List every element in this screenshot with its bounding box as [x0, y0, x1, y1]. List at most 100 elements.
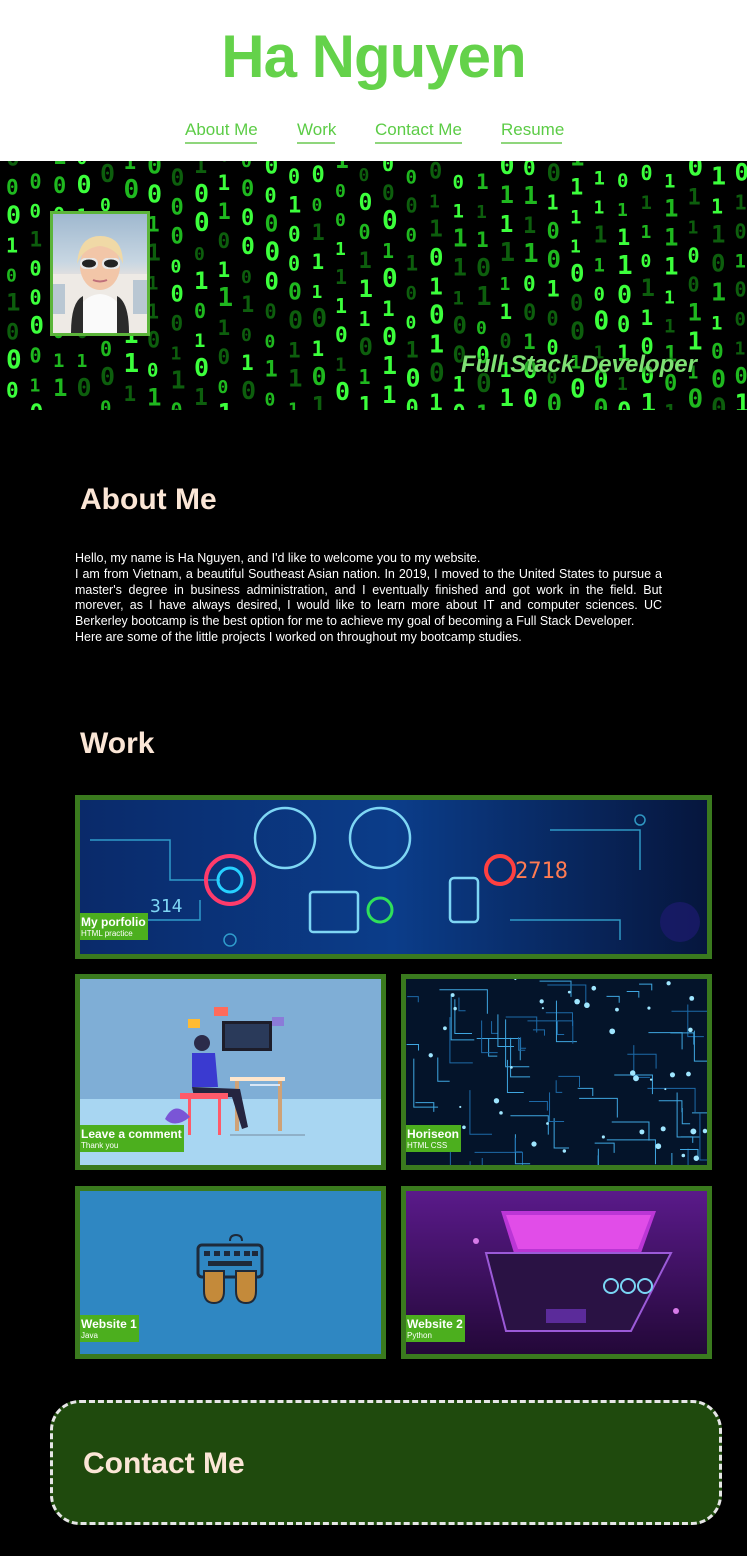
svg-text:1: 1 — [594, 222, 608, 248]
svg-text:0: 0 — [547, 307, 559, 331]
project-title: Horiseon — [407, 1127, 460, 1141]
project-subtitle: Python — [407, 1331, 432, 1340]
svg-text:1: 1 — [641, 192, 652, 214]
svg-text:0: 0 — [171, 311, 184, 335]
svg-text:1: 1 — [500, 300, 513, 324]
svg-text:0: 0 — [100, 362, 115, 391]
svg-text:0: 0 — [6, 266, 17, 287]
svg-text:0: 0 — [429, 243, 443, 271]
svg-text:1: 1 — [241, 293, 254, 318]
svg-text:0: 0 — [688, 272, 700, 296]
svg-text:1: 1 — [359, 365, 371, 389]
svg-text:0: 0 — [53, 174, 66, 199]
svg-text:1: 1 — [617, 251, 633, 281]
project-card-portfolio[interactable]: 2718 314 My porfolio HTML practice — [75, 795, 712, 959]
svg-text:1: 1 — [641, 222, 652, 243]
about-paragraph-background: I am from Vietnam, a beautiful Southeast… — [75, 566, 662, 629]
svg-text:1: 1 — [359, 307, 371, 331]
project-subtitle: HTML CSS — [407, 1141, 448, 1150]
svg-text:0: 0 — [194, 244, 205, 265]
nav-link-about[interactable]: About Me — [185, 120, 258, 144]
svg-text:1: 1 — [547, 191, 559, 215]
svg-text:0: 0 — [30, 256, 42, 280]
svg-text:1: 1 — [77, 351, 88, 372]
svg-text:0: 0 — [147, 161, 162, 180]
svg-text:0: 0 — [735, 364, 747, 389]
svg-text:1: 1 — [382, 351, 397, 380]
project-card-leave-comment[interactable]: Leave a comment Thank you — [75, 974, 386, 1170]
svg-text:0: 0 — [77, 161, 88, 169]
svg-text:0: 0 — [194, 353, 209, 382]
svg-text:0: 0 — [359, 165, 370, 186]
project-card-website-1[interactable]: Website 1 Java — [75, 1186, 386, 1359]
svg-text:0: 0 — [453, 171, 464, 193]
svg-text:1: 1 — [664, 400, 677, 410]
svg-text:1: 1 — [288, 193, 301, 218]
svg-text:0: 0 — [523, 301, 536, 326]
svg-text:0: 0 — [711, 249, 725, 277]
svg-text:0: 0 — [77, 373, 92, 402]
svg-text:1: 1 — [617, 200, 628, 221]
svg-text:1: 1 — [218, 258, 231, 282]
svg-text:1: 1 — [523, 214, 536, 239]
svg-text:1: 1 — [547, 278, 560, 303]
svg-text:0: 0 — [617, 397, 631, 410]
svg-text:1: 1 — [429, 191, 440, 212]
svg-text:0: 0 — [711, 339, 724, 363]
svg-text:0: 0 — [711, 364, 726, 393]
svg-text:1: 1 — [265, 358, 278, 383]
svg-text:0: 0 — [688, 161, 704, 182]
svg-text:1: 1 — [664, 287, 675, 308]
svg-text:0: 0 — [265, 161, 279, 180]
svg-text:1: 1 — [429, 329, 444, 358]
svg-text:1: 1 — [570, 236, 581, 257]
project-subtitle: Thank you — [81, 1141, 119, 1150]
svg-text:1: 1 — [664, 315, 675, 337]
nav-link-resume[interactable]: Resume — [501, 120, 564, 144]
svg-text:1: 1 — [335, 239, 346, 260]
svg-text:1: 1 — [453, 253, 467, 281]
svg-text:0: 0 — [6, 176, 19, 200]
project-title: Leave a comment — [81, 1127, 182, 1141]
svg-text:1: 1 — [124, 349, 140, 379]
svg-text:1: 1 — [359, 249, 372, 274]
project-card-website-2[interactable]: Website 2 Python — [401, 1186, 712, 1359]
svg-text:1: 1 — [500, 181, 514, 209]
project-card-horiseon[interactable]: Horiseon HTML CSS — [401, 974, 712, 1170]
svg-text:0: 0 — [265, 212, 279, 238]
hero-banner: 0001010001000100001010011101110010110100… — [0, 161, 747, 410]
project-subtitle: HTML practice — [81, 929, 133, 938]
hero-tagline: Full Stack Developer — [460, 351, 697, 378]
svg-text:0: 0 — [171, 256, 182, 277]
svg-text:0: 0 — [100, 161, 115, 188]
site-header: Ha Nguyen About Me Work Contact Me Resum… — [0, 0, 747, 161]
svg-text:0: 0 — [147, 360, 158, 382]
svg-text:0: 0 — [30, 169, 42, 193]
svg-text:0: 0 — [735, 277, 747, 301]
nav-link-work[interactable]: Work — [297, 120, 336, 144]
svg-text:0: 0 — [453, 311, 467, 339]
svg-text:0: 0 — [30, 400, 44, 410]
svg-text:0: 0 — [6, 379, 19, 403]
project-title: My porfolio — [81, 915, 146, 929]
svg-text:0: 0 — [617, 280, 632, 309]
svg-text:1: 1 — [218, 171, 231, 195]
svg-text:0: 0 — [359, 190, 373, 216]
svg-text:0: 0 — [406, 193, 418, 217]
svg-text:0: 0 — [547, 161, 561, 187]
svg-text:0: 0 — [476, 318, 487, 339]
svg-text:0: 0 — [476, 161, 487, 165]
project-caption-portfolio: My porfolio HTML practice — [80, 913, 148, 940]
svg-text:0: 0 — [241, 267, 252, 288]
svg-text:0: 0 — [406, 224, 417, 246]
svg-text:0: 0 — [335, 323, 348, 347]
svg-text:0: 0 — [265, 332, 276, 353]
svg-text:0: 0 — [30, 311, 44, 339]
svg-text:1: 1 — [312, 391, 327, 410]
svg-text:0: 0 — [312, 163, 325, 188]
svg-text:0: 0 — [570, 291, 583, 316]
nav-link-contact[interactable]: Contact Me — [375, 120, 462, 144]
svg-text:1: 1 — [218, 399, 234, 410]
svg-text:1: 1 — [288, 399, 299, 410]
svg-text:1: 1 — [124, 161, 137, 174]
